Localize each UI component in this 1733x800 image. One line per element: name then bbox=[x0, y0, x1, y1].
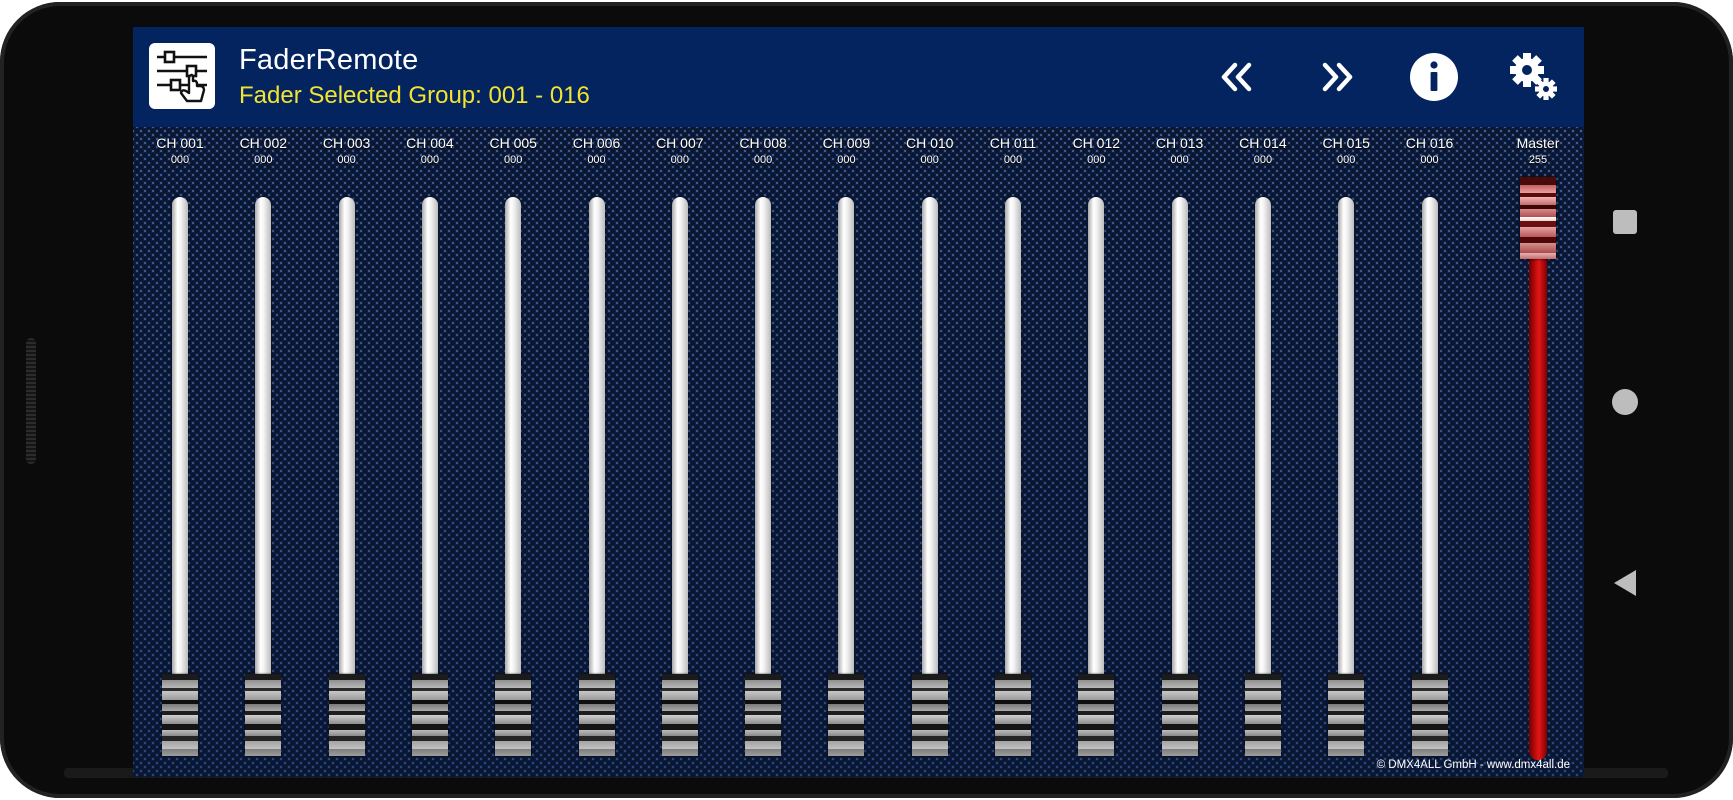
fader-knob[interactable] bbox=[661, 674, 698, 756]
fader-track[interactable] bbox=[1338, 197, 1355, 687]
fader-knob[interactable] bbox=[828, 674, 865, 756]
channel-value: 000 bbox=[254, 154, 273, 166]
channel-value: 000 bbox=[753, 154, 773, 166]
master-label: Master bbox=[1516, 135, 1560, 151]
channel-label: CH 010 bbox=[905, 135, 954, 151]
fader-knob[interactable] bbox=[328, 674, 365, 756]
fader-track[interactable] bbox=[1005, 197, 1021, 687]
channel-value: 000 bbox=[420, 154, 440, 166]
next-group-button[interactable] bbox=[1309, 49, 1365, 105]
fader-track[interactable] bbox=[172, 197, 188, 687]
recents-icon bbox=[1613, 210, 1637, 234]
gear-icon bbox=[1510, 53, 1557, 100]
channel-value: 000 bbox=[837, 154, 856, 166]
previous-group-button[interactable] bbox=[1209, 49, 1265, 105]
fader-knob[interactable] bbox=[495, 674, 532, 756]
channel-label: CH 006 bbox=[572, 135, 621, 151]
channel-label: CH 013 bbox=[1155, 135, 1204, 151]
channel-label: CH 012 bbox=[1072, 135, 1121, 151]
channel-label: CH 001 bbox=[156, 135, 204, 151]
channel-value: 000 bbox=[670, 154, 689, 166]
channel-value: 000 bbox=[1003, 154, 1023, 166]
fader-track[interactable] bbox=[838, 197, 855, 687]
channel-label: CH 004 bbox=[406, 135, 454, 151]
channel-value: 000 bbox=[170, 154, 190, 166]
channel-label: CH 003 bbox=[322, 135, 371, 151]
channel-label: CH 014 bbox=[1239, 135, 1287, 151]
channel-label: CH 016 bbox=[1405, 135, 1454, 151]
channel-value: 000 bbox=[587, 154, 606, 166]
fader-knob[interactable] bbox=[745, 674, 782, 756]
channel-value: 000 bbox=[1253, 154, 1273, 166]
fader-knob[interactable] bbox=[995, 674, 1031, 756]
info-button[interactable] bbox=[1406, 49, 1462, 105]
master-value: 255 bbox=[1528, 154, 1548, 166]
channel-value: 000 bbox=[1420, 154, 1439, 166]
fader-track[interactable] bbox=[588, 197, 605, 687]
device-frame: FaderRemote Fader Selected Group: 001 - … bbox=[0, 2, 1733, 798]
fader-app-icon bbox=[149, 43, 215, 109]
selected-group-subtitle: Fader Selected Group: 001 - 016 bbox=[239, 82, 590, 109]
device-side-button bbox=[26, 338, 36, 464]
fader-track[interactable] bbox=[1088, 197, 1105, 687]
fader-track[interactable] bbox=[1171, 197, 1188, 687]
fader-knob[interactable] bbox=[162, 674, 198, 756]
fader-track[interactable] bbox=[255, 197, 272, 687]
channel-value: 000 bbox=[920, 154, 939, 166]
fader-track[interactable] bbox=[1254, 197, 1271, 687]
fader-knob[interactable] bbox=[245, 674, 282, 756]
fader-track[interactable] bbox=[421, 197, 438, 687]
fader-knob[interactable] bbox=[1328, 674, 1365, 756]
double-chevron-right-icon bbox=[1322, 62, 1353, 92]
fader-knob[interactable] bbox=[911, 674, 948, 756]
fader-track[interactable] bbox=[1421, 197, 1438, 687]
channel-value: 000 bbox=[1170, 154, 1189, 166]
app-bar: FaderRemote Fader Selected Group: 001 - … bbox=[133, 27, 1584, 127]
home-button[interactable] bbox=[1611, 388, 1639, 421]
fader-knob[interactable] bbox=[411, 674, 448, 756]
fader-track[interactable] bbox=[921, 197, 938, 687]
back-button[interactable] bbox=[1612, 568, 1638, 603]
fader-track[interactable] bbox=[755, 197, 772, 687]
recents-button[interactable] bbox=[1612, 209, 1638, 240]
channel-value: 000 bbox=[1087, 154, 1106, 166]
channel-label: CH 002 bbox=[239, 135, 288, 151]
fader-track[interactable] bbox=[338, 197, 355, 687]
master-fader-track[interactable] bbox=[1529, 215, 1547, 760]
master-fader-knob[interactable] bbox=[1520, 177, 1556, 259]
channel-label: CH 015 bbox=[1322, 135, 1370, 151]
channel-label: CH 008 bbox=[739, 135, 787, 151]
channel-value: 000 bbox=[337, 154, 356, 166]
copyright-text: © DMX4ALL GmbH - www.dmx4all.de bbox=[1376, 759, 1570, 771]
channel-value: 000 bbox=[1337, 154, 1356, 166]
app-screen: FaderRemote Fader Selected Group: 001 - … bbox=[133, 27, 1584, 777]
channel-label: CH 005 bbox=[489, 135, 537, 151]
channel-label: CH 007 bbox=[656, 135, 704, 151]
fader-knob[interactable] bbox=[1078, 674, 1115, 756]
fader-track[interactable] bbox=[505, 197, 522, 687]
back-icon bbox=[1614, 570, 1636, 596]
home-icon bbox=[1612, 389, 1638, 415]
channel-value: 000 bbox=[504, 154, 523, 166]
fader-knob[interactable] bbox=[1161, 674, 1198, 756]
app-title: FaderRemote bbox=[239, 44, 419, 76]
info-icon bbox=[1410, 53, 1458, 101]
settings-button[interactable] bbox=[1506, 49, 1562, 105]
fader-track[interactable] bbox=[671, 197, 688, 687]
fader-knob[interactable] bbox=[1244, 674, 1281, 756]
double-chevron-left-icon bbox=[1221, 62, 1252, 92]
channel-label: CH 009 bbox=[822, 135, 871, 151]
fader-knob[interactable] bbox=[1411, 674, 1448, 756]
channel-label: CH 011 bbox=[989, 135, 1037, 151]
fader-knob[interactable] bbox=[578, 674, 615, 756]
